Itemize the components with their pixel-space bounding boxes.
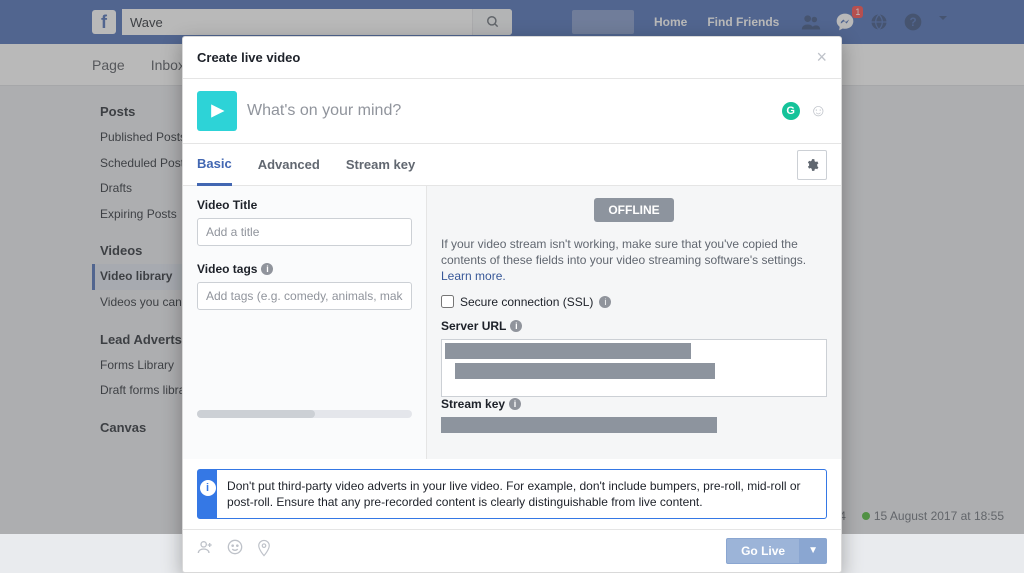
page-avatar-icon xyxy=(197,91,237,131)
tabs: Basic Advanced Stream key xyxy=(183,144,841,186)
basic-right-panel: OFFLINE If your video stream isn't worki… xyxy=(427,186,841,459)
composer-input[interactable]: What's on your mind? xyxy=(247,102,772,120)
info-icon[interactable]: i xyxy=(599,296,611,308)
close-icon[interactable]: × xyxy=(816,47,827,68)
video-tags-label: Video tags i xyxy=(197,262,412,276)
grammarly-icon[interactable]: G xyxy=(782,102,800,120)
stream-key-label: Stream key i xyxy=(441,397,827,411)
stream-status-badge: OFFLINE xyxy=(594,198,673,222)
composer-row: What's on your mind? G ☺ xyxy=(183,79,841,144)
learn-more-link[interactable]: Learn more. xyxy=(441,269,506,283)
modal-overlay: Create live video × What's on your mind?… xyxy=(0,0,1024,534)
basic-left-panel: Video Title Video tags i xyxy=(183,186,427,459)
video-title-input[interactable] xyxy=(197,218,412,246)
ssl-label: Secure connection (SSL) xyxy=(460,295,593,309)
redacted-block xyxy=(445,343,691,359)
server-url-label: Server URL i xyxy=(441,319,827,333)
emoji-picker-icon[interactable]: ☺ xyxy=(810,101,827,121)
ssl-row[interactable]: Secure connection (SSL) i xyxy=(441,295,827,309)
info-icon: i xyxy=(200,480,216,496)
video-tags-input[interactable] xyxy=(197,282,412,310)
modal-footer: Go Live ▼ xyxy=(183,529,841,572)
ssl-checkbox[interactable] xyxy=(441,295,454,308)
video-title-label: Video Title xyxy=(197,198,412,212)
tab-advanced[interactable]: Advanced xyxy=(258,145,320,184)
go-live-button[interactable]: Go Live xyxy=(726,538,800,564)
settings-button[interactable] xyxy=(797,150,827,180)
modal-title: Create live video xyxy=(197,50,300,65)
info-icon[interactable]: i xyxy=(509,398,521,410)
notice-text: Don't put third-party video adverts in y… xyxy=(217,470,826,518)
gear-icon xyxy=(805,158,819,172)
create-live-video-modal: Create live video × What's on your mind?… xyxy=(182,36,842,573)
notice-icon-wrap: i xyxy=(198,470,217,518)
location-icon[interactable] xyxy=(257,539,271,562)
tag-people-icon[interactable] xyxy=(197,539,213,562)
stream-help-text: If your video stream isn't working, make… xyxy=(441,236,827,285)
tab-stream-key[interactable]: Stream key xyxy=(346,145,415,184)
modal-header: Create live video × xyxy=(183,37,841,79)
info-icon[interactable]: i xyxy=(261,263,273,275)
redacted-block xyxy=(455,363,715,379)
policy-notice: i Don't put third-party video adverts in… xyxy=(197,469,827,519)
go-live-dropdown[interactable]: ▼ xyxy=(800,538,827,564)
feeling-icon[interactable] xyxy=(227,539,243,562)
redacted-block xyxy=(441,417,717,433)
info-icon[interactable]: i xyxy=(510,320,522,332)
tab-basic[interactable]: Basic xyxy=(197,144,232,186)
horizontal-scrollbar[interactable] xyxy=(197,410,412,418)
server-url-field[interactable] xyxy=(441,339,827,397)
